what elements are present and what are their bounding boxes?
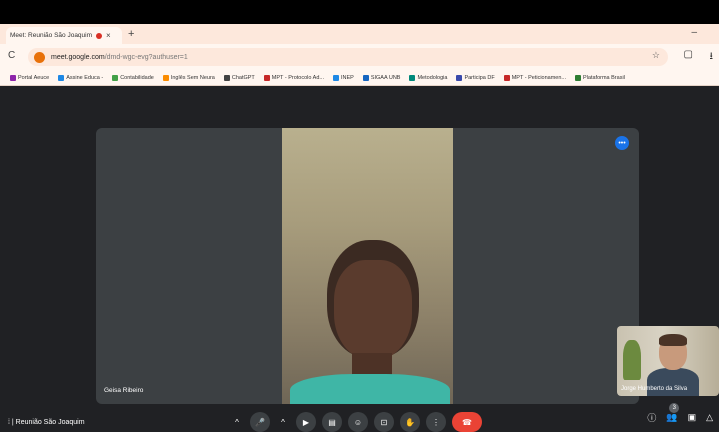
- bookmark-label: ChatGPT: [231, 74, 255, 81]
- url-host: meet.google.com: [51, 53, 105, 61]
- captions-button[interactable]: ▤: [322, 412, 342, 432]
- bookmark-item[interactable]: INEP: [332, 74, 354, 81]
- people-icon: 👥: [666, 412, 678, 422]
- browser-tab[interactable]: Meet: Reunião São Joaquim ×: [6, 27, 122, 44]
- people-button[interactable]: 3 👥: [666, 403, 680, 423]
- bookmark-label: Portal Aeuce: [18, 74, 50, 81]
- bookmark-label: Metodologia: [417, 74, 448, 81]
- bookmark-label: SIGAA UNB: [370, 74, 401, 81]
- bookmark-favicon-icon: [456, 74, 463, 81]
- bookmark-favicon-icon: [332, 74, 339, 81]
- address-bar[interactable]: meet.google.com/dmd-wgc-evg?authuser=1 ☆: [28, 48, 668, 66]
- recording-indicator-icon: [96, 32, 103, 39]
- more-options-button[interactable]: ⋮: [426, 412, 446, 432]
- bookmark-favicon-icon: [362, 74, 369, 81]
- bookmark-label: Inglês Sem Neura: [170, 74, 215, 81]
- bookmark-favicon-icon: [10, 74, 16, 81]
- self-view-tile[interactable]: Jorge Humberto da Silva: [617, 326, 719, 396]
- bookmark-favicon-icon: [503, 74, 510, 81]
- bookmarks-bar: Portal Aeuce Assine Educa - Contabilidad…: [0, 70, 719, 86]
- participant-video: [282, 128, 453, 404]
- bookmark-label: Contabilidade: [120, 74, 154, 81]
- bookmark-favicon-icon: [58, 74, 65, 81]
- bookmark-label: MPT - Protocolo Ad...: [271, 74, 324, 81]
- bookmark-item[interactable]: Portal Aeuce: [10, 74, 50, 81]
- screen-bezel: [0, 0, 719, 24]
- bookmark-favicon-icon: [223, 74, 230, 81]
- minimize-button[interactable]: –: [691, 27, 697, 38]
- new-tab-button[interactable]: +: [128, 28, 134, 40]
- bookmark-label: Assine Educa -: [66, 74, 104, 81]
- participant-face: [334, 260, 412, 360]
- camera-options-button[interactable]: ^: [276, 412, 290, 432]
- extensions-icon[interactable]: ▢: [684, 49, 693, 60]
- url-path: /dmd-wgc-evg?authuser=1: [104, 53, 188, 61]
- emoji-button[interactable]: ☺: [348, 412, 368, 432]
- call-controls: ^ 🎤 ^ ▶ ▤ ☺ ⊡ ✋ ⋮ ☎: [230, 411, 482, 432]
- raise-hand-button[interactable]: ✋: [400, 412, 420, 432]
- camera-button[interactable]: ▶: [296, 412, 316, 432]
- site-info-icon[interactable]: [34, 51, 45, 63]
- mic-button[interactable]: 🎤: [250, 412, 270, 432]
- speaking-indicator-icon: •••: [615, 136, 629, 150]
- bookmark-item[interactable]: Contabilidade: [112, 74, 154, 81]
- bookmark-item[interactable]: Assine Educa -: [58, 74, 104, 81]
- tab-title: Meet: Reunião São Joaquim: [10, 32, 93, 39]
- bookmark-item[interactable]: SIGAA UNB: [362, 74, 401, 81]
- bookmark-label: MPT - Peticionamen...: [511, 74, 567, 81]
- bookmark-favicon-icon: [162, 74, 169, 81]
- bookmark-item[interactable]: Participa DF: [456, 74, 495, 81]
- participant-count-badge: 3: [669, 403, 680, 413]
- meet-stage: ••• Geisa Ribeiro Jorge Humberto da Silv…: [0, 86, 719, 432]
- bookmark-favicon-icon: [575, 74, 582, 81]
- bookmark-item[interactable]: MPT - Protocolo Ad...: [263, 74, 324, 81]
- bookmark-label: Participa DF: [464, 74, 495, 81]
- url-text: meet.google.com/dmd-wgc-evg?authuser=1: [51, 54, 188, 61]
- bookmark-item[interactable]: Metodologia: [409, 74, 448, 81]
- self-participant-name: Jorge Humberto da Silva: [621, 386, 688, 392]
- bookmark-item[interactable]: Inglês Sem Neura: [162, 74, 215, 81]
- hang-up-button[interactable]: ☎: [452, 412, 482, 432]
- bookmark-label: Plataforma Brasil: [583, 74, 625, 81]
- reload-button[interactable]: C: [8, 50, 15, 61]
- side-controls: ⓘ 3 👥 ▣ △: [647, 403, 713, 424]
- bookmark-star-icon[interactable]: ☆: [652, 50, 660, 61]
- bookmark-favicon-icon: [263, 74, 270, 81]
- self-hair: [659, 334, 687, 346]
- participant-shirt: [290, 374, 450, 404]
- chat-icon[interactable]: ▣: [688, 412, 697, 423]
- tab-strip: Meet: Reunião São Joaquim × + –: [0, 24, 719, 44]
- meeting-title: ⁞ | Reunião São Joaquim: [8, 419, 85, 426]
- bookmark-favicon-icon: [409, 74, 416, 81]
- present-button[interactable]: ⊡: [374, 412, 394, 432]
- mic-options-button[interactable]: ^: [230, 412, 244, 432]
- participant-name: Geisa Ribeiro: [104, 387, 144, 394]
- address-row: C meet.google.com/dmd-wgc-evg?authuser=1…: [0, 44, 719, 70]
- bookmark-item[interactable]: ChatGPT: [223, 74, 255, 81]
- bookmark-label: INEP: [340, 74, 354, 81]
- meeting-info-icon[interactable]: ⓘ: [647, 411, 656, 424]
- bookmark-favicon-icon: [112, 74, 119, 81]
- download-icon[interactable]: ⭳: [710, 49, 714, 66]
- participant-tile-main[interactable]: ••• Geisa Ribeiro: [96, 128, 639, 404]
- bookmark-item[interactable]: Plataforma Brasil: [575, 74, 625, 81]
- background-plant: [623, 340, 641, 380]
- tab-close-button[interactable]: ×: [106, 31, 111, 40]
- bookmark-item[interactable]: MPT - Peticionamen...: [503, 74, 567, 81]
- meeting-title-text: Reunião São Joaquim: [15, 419, 85, 426]
- activities-icon[interactable]: △: [706, 412, 713, 423]
